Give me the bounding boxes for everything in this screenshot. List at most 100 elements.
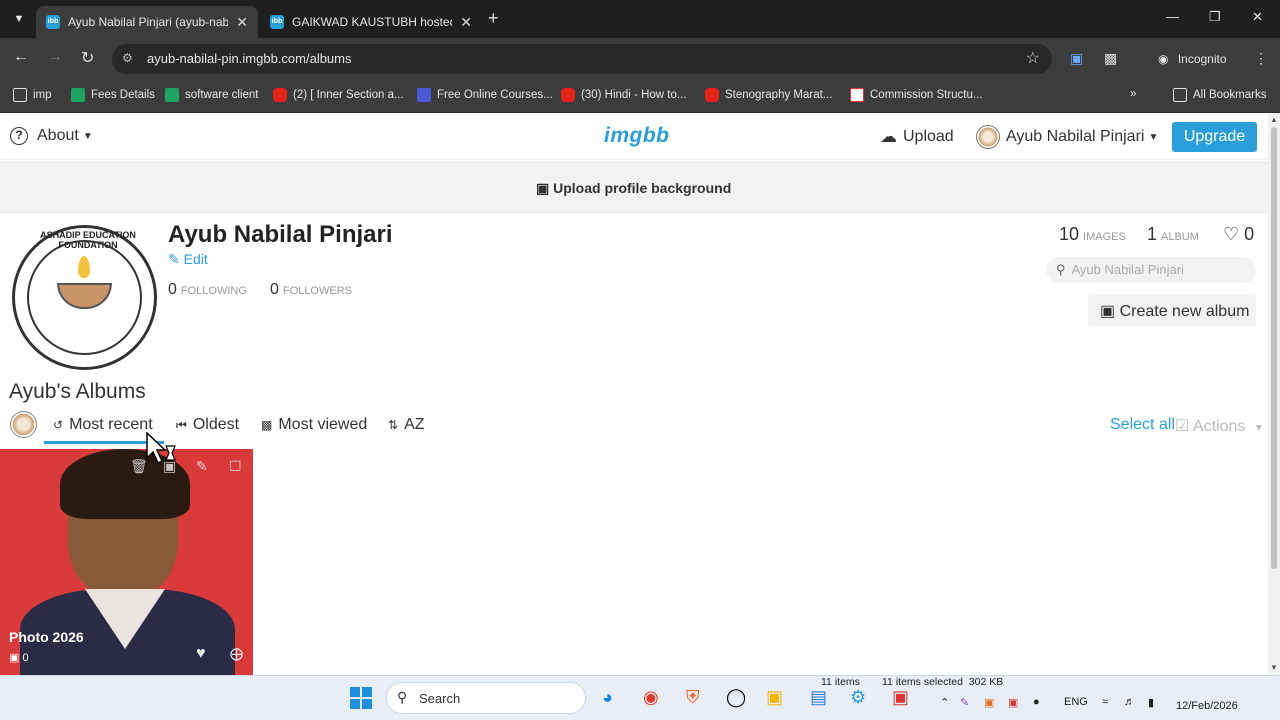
pdf-icon[interactable]: ▣ (892, 687, 909, 708)
battery-icon[interactable]: ▮ (1148, 696, 1154, 709)
user-search-input[interactable]: ⚲ Ayub Nabilal Pinjari (1046, 257, 1256, 283)
language-indicator[interactable]: ENG (1064, 696, 1088, 708)
select-checkbox-icon[interactable]: ☐ (229, 458, 242, 475)
tab-search-icon[interactable]: ▼ (8, 8, 30, 30)
bookmark-fees-details[interactable]: Fees Details (71, 88, 155, 102)
forward-icon[interactable]: → (47, 48, 63, 66)
bookmark-label: Stenography Marat... (725, 89, 833, 101)
bookmark-inner-section[interactable]: (2) [ Inner Section a... (273, 88, 404, 102)
taskbar-search[interactable]: ⚲ Search (386, 682, 586, 714)
chrome-menu-icon[interactable]: ⋮ (1254, 50, 1268, 67)
chrome-icon[interactable]: ◉ (643, 687, 659, 708)
create-album-button[interactable]: ▣ Create new album (1088, 294, 1256, 326)
like-heart-icon[interactable]: ♥ (196, 645, 206, 663)
imgbb-favicon-icon: ibb (46, 15, 60, 29)
edge-icon[interactable]: ◕ (602, 687, 613, 708)
bookmark-star-icon[interactable]: ☆ (1026, 48, 1040, 68)
profile-name: Ayub Nabilal Pinjari (168, 221, 393, 248)
wifi-icon[interactable]: ≈ (1102, 696, 1108, 708)
volume-icon[interactable]: ♬ (1124, 696, 1135, 708)
images-stat[interactable]: 10 IMAGES (1059, 224, 1126, 245)
bookmark-commission[interactable]: Commission Structu... (850, 88, 982, 102)
bookmarks-overflow-icon[interactable]: » (1130, 88, 1136, 100)
profile-avatar[interactable]: ASHADIP EDUCATION FOUNDATION (12, 225, 157, 370)
restore-icon[interactable]: ❐ (1209, 9, 1221, 25)
app-icon[interactable]: ⚙ (850, 687, 866, 708)
bookmark-software-client[interactable]: software client (165, 88, 259, 102)
upgrade-button[interactable]: Upgrade (1172, 122, 1257, 152)
user-menu[interactable]: Ayub Nabilal Pinjari ▼ (976, 125, 1158, 149)
bookmark-hindi-how-to[interactable]: (30) Hindi - How to... (561, 88, 686, 102)
app-icon[interactable]: ◯ (726, 687, 746, 708)
profile-background-area[interactable]: ▣ Upload profile background (0, 161, 1268, 213)
tab-inactive[interactable]: ibb GAIKWAD KAUSTUBH hosted at ✕ (260, 6, 482, 38)
sort-most-viewed[interactable]: ▩ Most viewed (261, 416, 367, 434)
sort-most-recent[interactable]: ↺ Most recent (53, 416, 153, 434)
incognito-badge[interactable]: ◉ Incognito (1148, 46, 1237, 72)
page-scrollbar[interactable]: ▲ ▼ (1268, 113, 1280, 675)
file-explorer-icon[interactable]: ▣ (766, 687, 783, 708)
album-count-value: 0 (22, 652, 29, 664)
actions-menu[interactable]: ☑ Actions ▼ (1175, 416, 1264, 436)
album-title[interactable]: Photo 2026 (9, 629, 84, 645)
close-tab-icon[interactable]: ✕ (460, 14, 472, 31)
new-tab-icon[interactable]: + (488, 8, 499, 29)
tab-title: Ayub Nabilal Pinjari (ayub-nabil (68, 15, 229, 29)
browser-tab-strip: ▼ ibb Ayub Nabilal Pinjari (ayub-nabil ✕… (0, 0, 1280, 38)
all-bookmarks[interactable]: All Bookmarks (1173, 88, 1267, 102)
youtube-icon (705, 88, 719, 102)
about-label: About (37, 127, 79, 144)
close-tab-icon[interactable]: ✕ (236, 14, 248, 31)
sort-az[interactable]: ⇅ AZ (388, 416, 425, 434)
edit-icon: ✎ (168, 251, 180, 267)
edit-profile-link[interactable]: ✎ Edit (168, 251, 208, 268)
scroll-up-icon[interactable]: ▲ (1270, 115, 1278, 124)
bookmark-imp[interactable]: imp (13, 88, 52, 102)
upload-button[interactable]: ☁ Upload (880, 127, 954, 147)
minimize-icon[interactable]: — (1166, 9, 1179, 24)
brave-icon[interactable]: ⛨ (686, 687, 700, 708)
close-window-icon[interactable]: ✕ (1252, 9, 1263, 25)
likes-stat[interactable]: ♡ 0 (1223, 224, 1254, 245)
sort-oldest[interactable]: ⏮ Oldest (176, 416, 239, 434)
avatar[interactable] (10, 411, 37, 438)
translate-icon[interactable]: ▣ (1070, 50, 1083, 67)
bookmark-stenography[interactable]: Stenography Marat... (705, 88, 832, 102)
reload-icon[interactable]: ↻ (81, 48, 94, 68)
site-info-icon[interactable]: ⚙ (122, 51, 133, 65)
microphone-icon[interactable]: ● (1033, 696, 1040, 708)
followers-count: 0 (270, 281, 279, 298)
images-count: 10 (1059, 224, 1080, 244)
tab-active[interactable]: ibb Ayub Nabilal Pinjari (ayub-nabil ✕ (36, 6, 258, 38)
sheets-icon (71, 88, 85, 102)
tray-app-icon[interactable]: ▣ (984, 696, 994, 709)
followers-stat[interactable]: 0 FOLLOWERS (270, 281, 352, 299)
upload-background-button[interactable]: ▣ Upload profile background (536, 180, 731, 197)
share-icon[interactable]: ⨁ (230, 646, 243, 662)
address-toolbar: ← → ↻ ⚙ ayub-nabilal-pin.imgbb.com/album… (0, 38, 1280, 80)
tray-overflow-icon[interactable]: ⌃ (940, 696, 949, 709)
bookmark-free-courses[interactable]: Free Online Courses... (417, 88, 553, 102)
scrollbar-thumb[interactable] (1271, 127, 1277, 569)
imgbb-favicon-icon: ibb (270, 15, 284, 29)
albums-stat[interactable]: 1 ALBUM (1147, 224, 1199, 245)
album-card[interactable]: 🗑 ▣ ✎ ☐ Photo 2026 ▣ 0 ♥ ⨁ (0, 449, 253, 675)
url-text[interactable]: ayub-nabilal-pin.imgbb.com/albums (147, 51, 352, 66)
course-icon (417, 88, 431, 102)
following-stat[interactable]: 0 FOLLOWING (168, 281, 247, 299)
tray-app-icon[interactable]: ▣ (1008, 696, 1018, 709)
imgbb-logo[interactable]: imgbb (604, 124, 670, 148)
taskbar-date[interactable]: 12/Feb/2026 (1176, 700, 1238, 712)
select-all-link[interactable]: Select all (1110, 416, 1175, 434)
history-icon: ↺ (53, 418, 64, 432)
notepad-icon[interactable]: ▤ (810, 687, 827, 708)
pen-icon[interactable]: ✎ (960, 696, 969, 709)
scroll-down-icon[interactable]: ▼ (1270, 663, 1278, 672)
back-icon[interactable]: ← (13, 48, 29, 66)
about-menu[interactable]: ? About ▼ (10, 127, 93, 145)
extensions-icon[interactable]: ▩ (1104, 50, 1117, 67)
following-count: 0 (168, 281, 177, 298)
windows-start-icon[interactable] (350, 687, 372, 709)
omnibox[interactable]: ⚙ ayub-nabilal-pin.imgbb.com/albums ☆ (112, 44, 1052, 74)
edit-album-icon[interactable]: ✎ (196, 458, 208, 475)
